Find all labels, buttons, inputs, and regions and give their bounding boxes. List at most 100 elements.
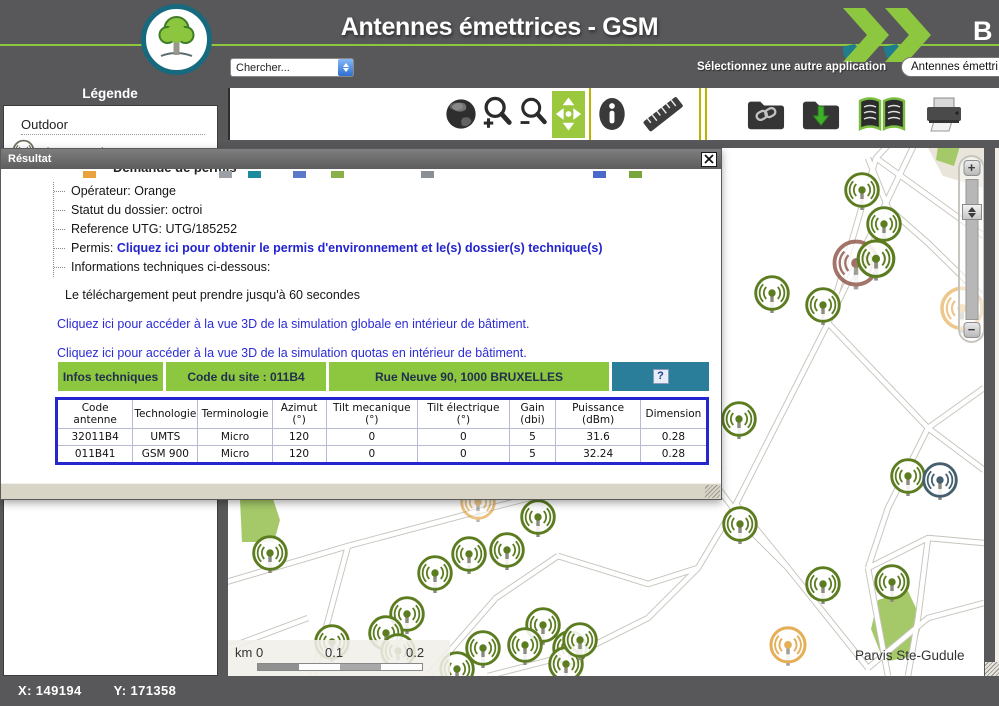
- antenna-marker-green[interactable]: [485, 531, 529, 575]
- zoom-in-icon: [480, 94, 514, 134]
- table-column-header: Tilt mecanique (°): [326, 399, 418, 429]
- table-cell: GSM 900: [133, 446, 198, 464]
- antenna-marker-green[interactable]: [801, 565, 845, 609]
- table-column-header: Tilt électrique (°): [418, 399, 510, 429]
- popup-resize-grip[interactable]: [705, 485, 720, 498]
- antenna-marker-blue[interactable]: [918, 461, 962, 505]
- zoom-slider-track[interactable]: [965, 179, 978, 320]
- table-cell: 0: [418, 446, 510, 464]
- window-resize-grip[interactable]: [985, 662, 999, 676]
- navigation-tools: [443, 88, 710, 140]
- antenna-marker-green[interactable]: [413, 554, 457, 598]
- simulation-3d-link-quotas[interactable]: Cliquez ici pour accéder à la vue 3D de …: [57, 346, 721, 360]
- result-popup: Résultat Demande de permis Opérateur: Or…: [0, 148, 722, 500]
- result-tree-item: Statut du dossier: octroi: [54, 201, 721, 220]
- link-folder-icon: [744, 95, 788, 133]
- download-tool-button[interactable]: [799, 91, 843, 137]
- book-icon: [855, 94, 909, 134]
- antenna-marker-green[interactable]: [717, 400, 761, 444]
- table-cell: 120: [272, 446, 326, 464]
- search-combobox-value: Chercher...: [231, 62, 338, 74]
- table-cell: 0.28: [640, 429, 707, 446]
- cursor-x-coordinate: X: 149194: [18, 683, 82, 698]
- documentation-tool-button[interactable]: [854, 91, 910, 137]
- print-tool-button[interactable]: [921, 91, 967, 137]
- table-column-header: Puissance (dBm): [556, 399, 640, 429]
- utility-tools: [744, 88, 967, 140]
- antenna-marker-green[interactable]: [870, 563, 914, 607]
- map-scale-bar: km 0 0.1 0.2: [228, 640, 450, 676]
- popup-bottom-bar[interactable]: [1, 483, 721, 499]
- table-cell: 120: [272, 429, 326, 446]
- permit-link[interactable]: Cliquez ici pour obtenir le permis d'env…: [117, 241, 603, 255]
- table-column-header: Dimension: [640, 399, 707, 429]
- zoom-in-tool-button[interactable]: [479, 91, 515, 137]
- zoom-out-icon: [517, 94, 549, 134]
- globe-full-extent-button[interactable]: [443, 91, 479, 137]
- table-cell: 5: [509, 446, 556, 464]
- close-button[interactable]: [701, 152, 717, 167]
- toolbar-separator: [589, 88, 591, 140]
- brussels-environment-logo: [141, 4, 212, 75]
- result-popup-title: Résultat: [8, 153, 701, 165]
- table-column-header: Code antenne: [57, 399, 133, 429]
- table-column-header: Technologie: [133, 399, 198, 429]
- map-edge-sliver: [995, 148, 999, 676]
- infos-techniques-tab[interactable]: Infos techniques: [58, 362, 163, 391]
- pan-tool-button-selected[interactable]: [552, 91, 585, 138]
- table-cell: 0.28: [640, 446, 707, 464]
- close-icon: [704, 154, 714, 164]
- table-column-header: Terminologie: [198, 399, 272, 429]
- antenna-marker-green[interactable]: [801, 286, 845, 330]
- map-zoom-slider[interactable]: + −: [958, 155, 984, 343]
- table-header-row: Code antenneTechnologieTerminologieAzimu…: [57, 399, 708, 429]
- table-cell: 0: [418, 429, 510, 446]
- app-select-dropdown[interactable]: Antennes émettri: [901, 57, 999, 77]
- antenna-marker-orange[interactable]: [765, 625, 811, 671]
- application-window: Antennes émettrices - GSM B Chercher... …: [0, 0, 999, 706]
- help-icon: ?: [653, 369, 669, 384]
- table-column-header: Azimut (°): [272, 399, 326, 429]
- antenna-marker-green[interactable]: [852, 238, 900, 286]
- table-cell: 31.6: [556, 429, 640, 446]
- result-tree-item: Permis: Cliquez ici pour obtenir le perm…: [54, 239, 721, 258]
- coordinate-status-bar: X: 149194 Y: 171358: [0, 676, 999, 706]
- scale-tick-0: 0: [256, 645, 263, 660]
- links-3d-container: Cliquez ici pour accéder à la vue 3D de …: [1, 317, 721, 360]
- antenna-marker-green[interactable]: [558, 621, 602, 665]
- scale-tick-2: 0.2: [406, 645, 424, 660]
- identify-info-tool-button[interactable]: [594, 91, 630, 137]
- zoom-out-tool-button[interactable]: [515, 91, 551, 137]
- measure-tool-button[interactable]: [630, 91, 696, 137]
- antenna-marker-green[interactable]: [718, 505, 762, 549]
- table-cell: 5: [509, 429, 556, 446]
- zoom-out-button[interactable]: −: [963, 322, 980, 338]
- table-body: 32011B4UMTSMicro12000531.60.28011B41GSM …: [57, 429, 708, 464]
- tree-logo-icon: [141, 4, 212, 75]
- app-select-label: Sélectionnez une autre application: [697, 61, 886, 73]
- table-row: 011B41GSM 900Micro12000532.240.28: [57, 446, 708, 464]
- scale-unit: km: [235, 645, 252, 660]
- simulation-3d-link-globale[interactable]: Cliquez ici pour accéder à la vue 3D de …: [57, 317, 721, 331]
- brand-wordmark: B: [973, 16, 993, 47]
- antenna-technical-table: Code antenneTechnologieTerminologieAzimu…: [55, 397, 709, 465]
- cursor-y-coordinate: Y: 171358: [114, 683, 177, 698]
- toolbar-separator: [699, 88, 701, 140]
- globe-icon: [444, 96, 478, 132]
- toolbar-separator: [705, 88, 707, 140]
- legend-title: Légende: [0, 86, 220, 101]
- search-combobox[interactable]: Chercher...: [230, 58, 354, 77]
- antenna-marker-green[interactable]: [750, 274, 794, 318]
- help-button[interactable]: ?: [612, 362, 709, 391]
- infos-techniques-header: Infos techniques Code du site : 011B4 Ru…: [58, 362, 709, 391]
- combobox-stepper-icon[interactable]: [338, 59, 353, 76]
- permalink-tool-button[interactable]: [744, 91, 788, 137]
- result-tree-item: Informations techniques ci-dessous:: [54, 258, 721, 277]
- result-popup-titlebar[interactable]: Résultat: [1, 149, 721, 169]
- printer-icon: [922, 94, 966, 134]
- antenna-marker-green[interactable]: [503, 626, 547, 670]
- zoom-in-button[interactable]: +: [963, 160, 980, 176]
- table-cell: 32011B4: [57, 429, 133, 446]
- antenna-marker-green[interactable]: [248, 534, 292, 578]
- zoom-slider-handle[interactable]: [962, 204, 982, 220]
